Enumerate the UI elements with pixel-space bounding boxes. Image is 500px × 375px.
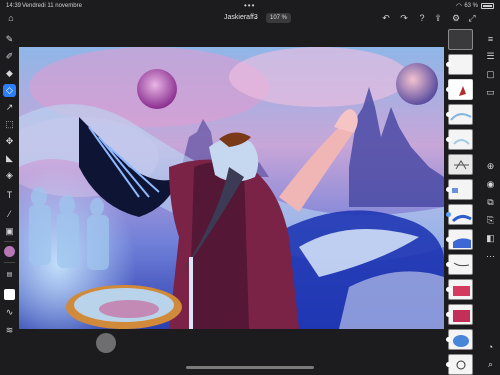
- fill-icon[interactable]: ◆: [3, 67, 16, 80]
- layer-thumbnail[interactable]: [448, 54, 473, 75]
- status-time: 14:39: [6, 3, 22, 9]
- drawing-canvas[interactable]: [19, 47, 444, 329]
- layer-options-icon[interactable]: ⋯: [484, 250, 497, 263]
- layer-visibility-dot[interactable]: [446, 212, 451, 217]
- shape-icon[interactable]: ◈: [3, 169, 16, 182]
- adjustment-icon[interactable]: ◔: [484, 340, 497, 353]
- battery-icon: [481, 3, 494, 9]
- layer-thumbnail[interactable]: [448, 304, 473, 325]
- right-toolbar: ≡ ☰ ▢ ▭ ⊕ ◉ ⧉ ⎘ ◧ ⋯ ◔ ⌕: [481, 30, 500, 375]
- eyedropper-icon[interactable]: ⁄: [3, 207, 16, 220]
- visibility-eye-icon[interactable]: ◉: [484, 178, 497, 191]
- layer-thumbnail[interactable]: [448, 179, 473, 200]
- liquify-icon[interactable]: ◣: [3, 152, 16, 165]
- wifi-icon: ◠: [455, 3, 462, 10]
- layer-thumbnail[interactable]: [448, 329, 473, 350]
- layer-visibility-dot[interactable]: [446, 337, 451, 342]
- layer-visibility-dot[interactable]: [446, 112, 451, 117]
- comment-icon[interactable]: ▭: [484, 86, 497, 99]
- transform-icon[interactable]: ✥: [3, 135, 16, 148]
- chevron-down-icon[interactable]: ⌄: [253, 13, 259, 21]
- brush-icon[interactable]: ✎: [3, 33, 16, 46]
- layer-thumbnail-selected[interactable]: [448, 79, 473, 100]
- secondary-color-swatch[interactable]: [4, 289, 15, 300]
- left-toolbar: ✎ ✐ ◆ ◇ ↗ ⬚ ✥ ◣ ◈ T ⁄ ▣ ▤ ∿ ≋: [0, 30, 19, 375]
- artwork: [19, 47, 444, 329]
- layer-visibility-dot[interactable]: [446, 262, 451, 267]
- layer-visibility-dot[interactable]: [446, 187, 451, 192]
- current-color-swatch[interactable]: [4, 246, 15, 257]
- layers-panel: [444, 27, 477, 375]
- layer-visibility-dot[interactable]: [446, 312, 451, 317]
- home-icon[interactable]: ⌂: [5, 12, 17, 24]
- redo-icon[interactable]: ↷: [398, 12, 410, 24]
- share-icon[interactable]: ⇪: [432, 12, 444, 24]
- add-layer-icon[interactable]: ⊕: [484, 160, 497, 173]
- brush-settings-icon[interactable]: ≋: [3, 324, 16, 337]
- layer-thumbnail[interactable]: [448, 204, 473, 225]
- battery-percent: 63 %: [464, 3, 478, 9]
- layer-visibility-dot[interactable]: [446, 87, 451, 92]
- image-icon[interactable]: ▣: [3, 225, 16, 238]
- layer-visibility-dot[interactable]: [446, 137, 451, 142]
- pencil-icon[interactable]: ✐: [3, 50, 16, 63]
- layers-icon[interactable]: ≡: [484, 32, 497, 45]
- top-toolbar: ⌂ Jaskieraff3 ⌄ 107 % ↶ ↷ ? ⇪ ⚙ ⤢: [0, 12, 500, 26]
- zoom-level[interactable]: 107 %: [266, 13, 292, 23]
- multitasking-dots[interactable]: •••: [244, 1, 255, 10]
- toolbar-divider: [4, 241, 15, 242]
- layer-group-thumbnail[interactable]: [448, 154, 473, 175]
- text-icon[interactable]: T: [3, 188, 16, 201]
- layer-visibility-dot[interactable]: [446, 62, 451, 67]
- eraser-icon[interactable]: ◇: [3, 84, 16, 97]
- layer-visibility-dot[interactable]: [446, 287, 451, 292]
- help-icon[interactable]: ?: [416, 12, 428, 24]
- home-indicator: [186, 366, 314, 369]
- layer-thumbnail[interactable]: [448, 229, 473, 250]
- search-icon[interactable]: ⌕: [484, 358, 497, 371]
- layer-thumbnail[interactable]: [448, 279, 473, 300]
- brush-size-icon[interactable]: ▤: [3, 268, 16, 281]
- status-date: Vendredi 11 novembre: [22, 3, 82, 9]
- fullscreen-icon[interactable]: ⤢: [466, 12, 478, 24]
- properties-icon[interactable]: ☰: [484, 50, 497, 63]
- smudge-icon[interactable]: ↗: [3, 101, 16, 114]
- layer-thumbnail[interactable]: [448, 104, 473, 125]
- layer-thumbnail[interactable]: [448, 354, 473, 375]
- layer-thumbnail[interactable]: [448, 254, 473, 275]
- settings-icon[interactable]: ⚙: [450, 12, 462, 24]
- layer-thumbnail[interactable]: [448, 129, 473, 150]
- layer-visibility-dot[interactable]: [446, 237, 451, 242]
- merge-layer-icon[interactable]: ⧉: [484, 196, 497, 209]
- status-bar: 14:39 Vendredi 11 novembre ••• ◠ 63 %: [0, 0, 500, 12]
- library-icon[interactable]: ▢: [484, 68, 497, 81]
- layer-visibility-dot[interactable]: [446, 362, 451, 367]
- brush-size-slider-knob[interactable]: [96, 333, 116, 353]
- layer-thumbnail[interactable]: [448, 29, 473, 50]
- mask-icon[interactable]: ◧: [484, 232, 497, 245]
- selection-icon[interactable]: ⬚: [3, 118, 16, 131]
- duplicate-layer-icon[interactable]: ⎘: [484, 214, 497, 227]
- toolbar-divider: [4, 262, 15, 263]
- undo-icon[interactable]: ↶: [380, 12, 392, 24]
- stroke-smoothing-icon[interactable]: ∿: [3, 306, 16, 319]
